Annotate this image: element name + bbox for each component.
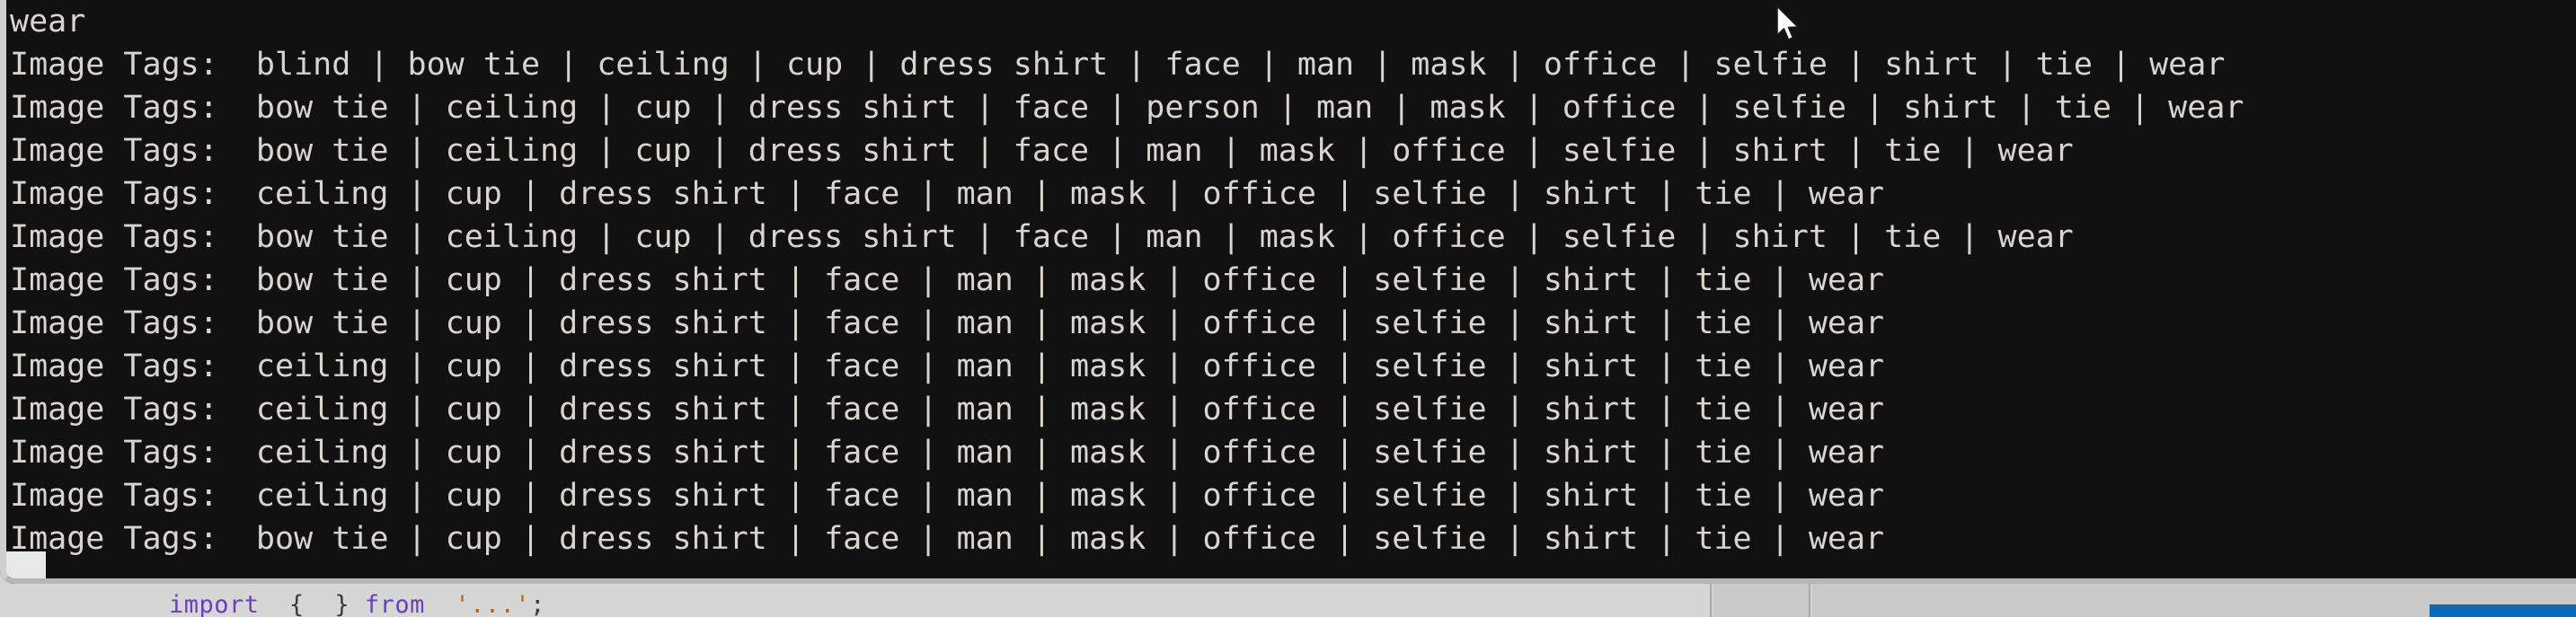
- terminal-line: Image Tags: ceiling | cup | dress shirt …: [10, 176, 1885, 212]
- terminal-line: Image Tags: bow tie | cup | dress shirt …: [10, 521, 1885, 557]
- terminal-frame-left-edge: [0, 0, 6, 584]
- terminal-window[interactable]: wear Image Tags: blind | bow tie | ceili…: [0, 0, 2576, 584]
- screen-root: import { } from '...'; wear Image Tags: …: [0, 0, 2576, 617]
- terminal-frame-bottom-edge: [0, 578, 2576, 584]
- terminal-line: Image Tags: ceiling | cup | dress shirt …: [10, 435, 1885, 471]
- terminal-line: Image Tags: bow tie | ceiling | cup | dr…: [10, 90, 2244, 126]
- terminal-line: Image Tags: ceiling | cup | dress shirt …: [10, 348, 1885, 384]
- terminal-line: Image Tags: bow tie | cup | dress shirt …: [10, 262, 1885, 298]
- editor-code-line: import { } from '...';: [169, 591, 545, 617]
- terminal-line: Image Tags: bow tie | ceiling | cup | dr…: [10, 219, 2074, 255]
- status-bar[interactable]: [2430, 604, 2576, 617]
- terminal-corner-fill: [6, 551, 46, 578]
- terminal-output[interactable]: wear Image Tags: blind | bow tie | ceili…: [6, 0, 2576, 578]
- terminal-line: Image Tags: ceiling | cup | dress shirt …: [10, 392, 1885, 427]
- terminal-line: wear: [10, 4, 86, 40]
- terminal-line: Image Tags: blind | bow tie | ceiling | …: [10, 47, 2226, 83]
- terminal-line: Image Tags: bow tie | ceiling | cup | dr…: [10, 133, 2074, 169]
- terminal-line: Image Tags: bow tie | cup | dress shirt …: [10, 305, 1885, 341]
- terminal-line: Image Tags: ceiling | cup | dress shirt …: [10, 478, 1885, 514]
